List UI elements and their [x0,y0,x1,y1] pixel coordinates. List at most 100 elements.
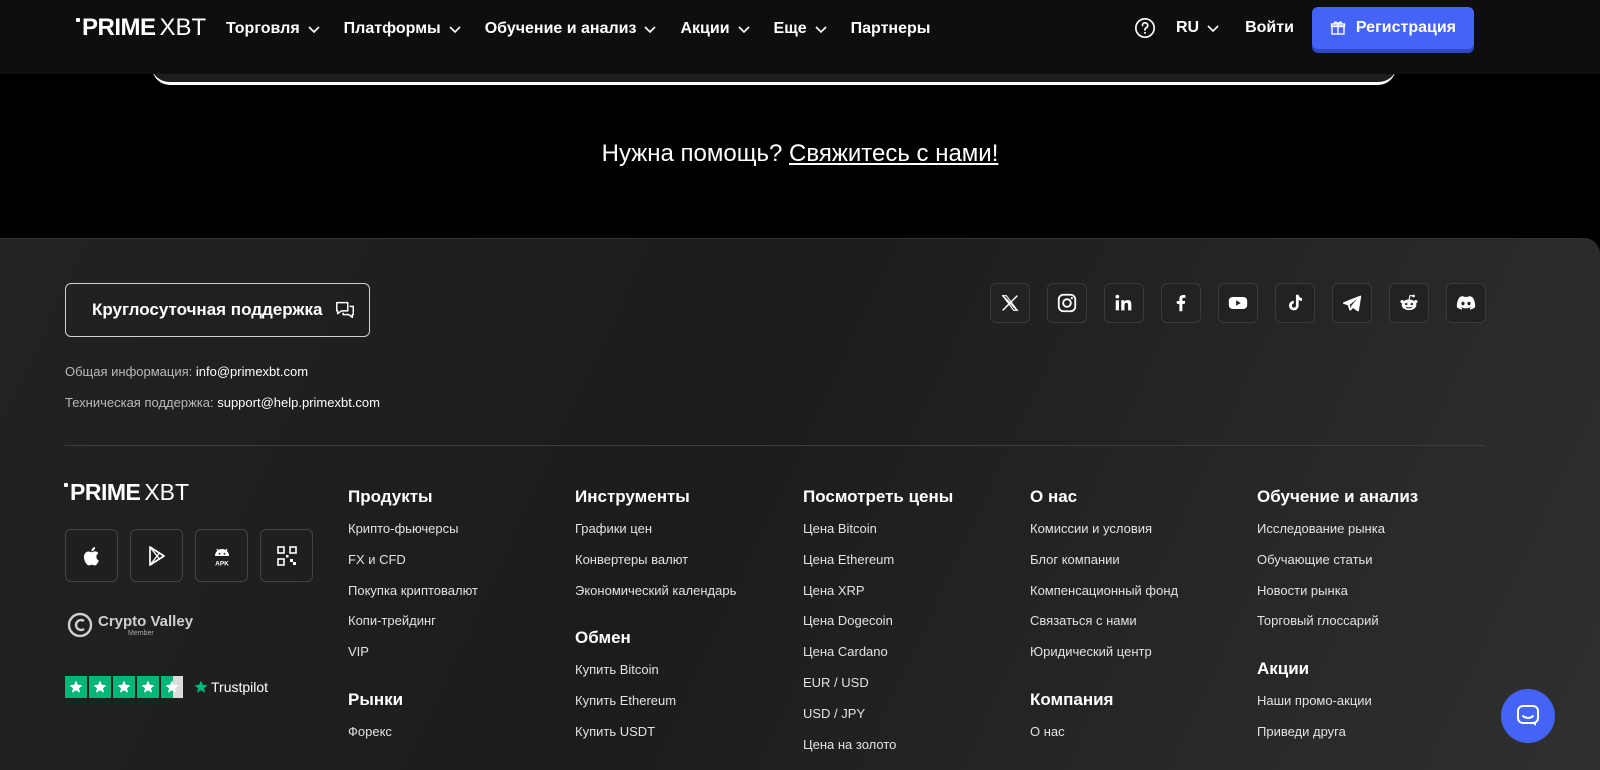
reddit-icon[interactable] [1389,283,1429,323]
support-button-label: Круглосуточная поддержка [92,300,323,319]
instagram-icon[interactable] [1047,283,1087,323]
footer-link[interactable]: Обучающие статьи [1257,551,1418,582]
footer-column-about: О нас Комиссии и условия Блог компании К… [1030,487,1178,754]
live-chat-button[interactable] [1501,689,1555,743]
footer-link[interactable]: Компенсационный фонд [1030,582,1178,613]
crypto-valley-badge: Crypto Valley Member [66,611,193,639]
gift-icon [1330,21,1346,35]
logo-bold: PRIME [70,479,141,505]
help-icon[interactable] [1134,17,1156,39]
trustpilot-star-icon [194,680,208,693]
footer-link[interactable]: Экономический календарь [575,582,736,613]
footer-link[interactable]: Связаться с нами [1030,612,1178,643]
trustpilot-label: Trustpilot [211,679,269,695]
chevron-down-icon [449,26,461,34]
chat-icon [1517,705,1539,726]
footer-link[interactable]: Исследование рынка [1257,520,1418,551]
facebook-icon[interactable] [1161,283,1201,323]
column-title: Обмен [575,628,631,648]
youtube-icon[interactable] [1218,283,1258,323]
footer-link[interactable]: Купить USDT [575,723,736,754]
half-star-icon [161,676,183,698]
footer-link[interactable]: Крипто-фьючерсы [348,520,478,551]
nav-item-education[interactable]: Обучение и анализ [485,18,659,40]
footer: Круглосуточная поддержка Общая информаци… [0,238,1600,770]
crypto-valley-sub: Member [128,630,154,637]
trustpilot-rating[interactable]: Trustpilot [65,676,268,698]
footer-link[interactable]: Купить Ethereum [575,692,736,723]
register-button[interactable]: Регистрация [1311,7,1474,49]
footer-link[interactable]: Цена Dogecoin [803,612,953,643]
footer-link[interactable]: Блог компании [1030,551,1178,582]
nav-item-more[interactable]: Еще [774,18,829,40]
discord-icon[interactable] [1446,283,1486,323]
linkedin-icon[interactable] [1104,283,1144,323]
footer-link[interactable]: Юридический центр [1030,643,1178,674]
top-navigation: PRIME XBT Торговля Платформы Обучение и … [0,0,1600,74]
nav-item-partners[interactable]: Партнеры [851,18,931,40]
chevron-down-icon [308,26,320,34]
apk-icon[interactable]: APK [195,529,248,582]
contact-label: Техническая поддержка: [65,395,214,410]
nav-item-trading[interactable]: Торговля [226,18,322,40]
star-icon [65,676,87,698]
footer-link[interactable]: Торговый глоссарий [1257,612,1418,643]
footer-link[interactable]: Покупка криптовалют [348,582,478,613]
telegram-icon[interactable] [1332,283,1372,323]
trustpilot-logo: Trustpilot [193,679,268,695]
footer-link[interactable]: FX и CFD [348,551,478,582]
footer-link[interactable]: VIP [348,643,478,674]
apple-icon[interactable] [65,529,118,582]
help-text: Нужна помощь? [601,140,783,167]
footer-link[interactable]: Цена XRP [803,582,953,613]
column-title: Компания [1030,689,1114,709]
nav-item-promotions[interactable]: Акции [680,18,751,40]
qr-code-icon[interactable] [260,529,313,582]
footer-link[interactable]: EUR / USD [803,674,953,705]
footer-link[interactable]: Купить Bitcoin [575,661,736,692]
apk-label: APK [215,560,229,567]
column-title: Инструменты [575,487,690,506]
crypto-valley-icon [67,612,93,638]
nav-item-label: Акции [680,20,730,37]
footer-link[interactable]: Графики цен [575,520,736,551]
footer-link[interactable]: USD / JPY [803,705,953,736]
contact-label: Общая информация: [65,364,193,379]
nav-links: Торговля Платформы Обучение и анализ Акц… [226,18,952,40]
contact-email-link[interactable]: support@help.primexbt.com [217,395,380,410]
nav-right: RU Войти Регистрация [1134,7,1474,49]
contact-us-link[interactable]: Свяжитесь с нами! [789,140,998,167]
footer-logo[interactable]: PRIME XBT [64,479,189,506]
footer-column-prices: Посмотреть цены Цена Bitcoin Цена Ethere… [803,487,953,766]
footer-link[interactable]: Наши промо-акции [1257,692,1418,723]
primexbt-logo[interactable]: PRIME XBT [76,14,206,42]
footer-link[interactable]: Цена Bitcoin [803,520,953,551]
contact-email-link[interactable]: info@primexbt.com [196,364,308,379]
footer-link[interactable]: Цена на золото [803,736,953,767]
footer-divider [65,445,1485,446]
star-icon [89,676,111,698]
footer-link[interactable]: Цена Cardano [803,643,953,674]
nav-item-label: Платформы [343,20,441,37]
footer-link[interactable]: Копи-трейдинг [348,612,478,643]
chat-bubbles-icon [336,301,355,319]
contact-support: Техническая поддержка: support@help.prim… [65,395,380,410]
footer-link[interactable]: Конвертеры валют [575,551,736,582]
footer-link[interactable]: Комиссии и условия [1030,520,1178,551]
footer-link[interactable]: Приведи друга [1257,723,1418,754]
support-button[interactable]: Круглосуточная поддержка [65,283,370,337]
x-icon[interactable] [990,283,1030,323]
login-button[interactable]: Войти [1245,19,1294,37]
footer-link[interactable]: Форекс [348,723,478,754]
footer-column-tools: Инструменты Графики цен Конвертеры валют… [575,487,736,754]
tiktok-icon[interactable] [1275,283,1315,323]
footer-column-products: Продукты Крипто-фьючерсы FX и CFD Покупк… [348,487,478,754]
help-line: Нужна помощь? Свяжитесь с нами! [0,140,1600,168]
google-play-icon[interactable] [130,529,183,582]
nav-item-platforms[interactable]: Платформы [344,18,463,40]
footer-link[interactable]: Новости рынка [1257,582,1418,613]
footer-column-education: Обучение и анализ Исследование рынка Обу… [1257,487,1418,754]
footer-link[interactable]: Цена Ethereum [803,551,953,582]
footer-link[interactable]: О нас [1030,723,1178,754]
language-selector[interactable]: RU [1176,19,1221,37]
